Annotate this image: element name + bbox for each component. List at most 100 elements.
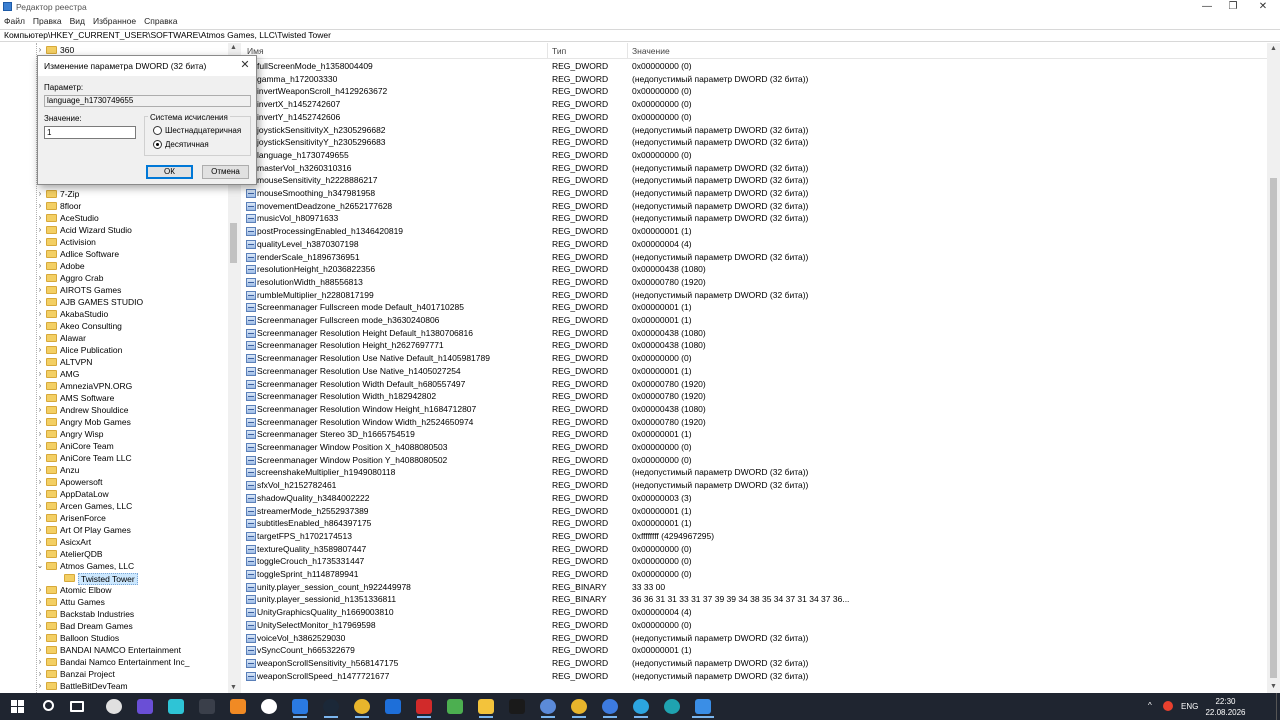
list-scroll-up[interactable]: ▲ xyxy=(1267,43,1280,55)
registry-value-row[interactable]: language_h1730749655 REG_DWORD 0x00000000 … xyxy=(241,149,1267,162)
registry-value-row[interactable]: Screenmanager Resolution Window Width_h2… xyxy=(241,416,1267,429)
registry-value-row[interactable]: Screenmanager Resolution Width Default_h… xyxy=(241,378,1267,391)
value-input[interactable]: 1 xyxy=(44,126,136,139)
expand-arrow-icon[interactable]: › xyxy=(36,224,44,236)
registry-value-row[interactable]: rumbleMultiplier_h2280817199 REG_DWORD (не… xyxy=(241,289,1267,302)
expand-arrow-icon[interactable]: › xyxy=(36,440,44,452)
expand-arrow-icon[interactable]: › xyxy=(36,680,44,692)
registry-value-row[interactable]: unity.player_sessionid_h1351336811 REG_BI… xyxy=(241,593,1267,606)
registry-value-row[interactable]: Screenmanager Resolution Use Native_h140… xyxy=(241,365,1267,378)
explorer-taskbar-button[interactable] xyxy=(471,695,501,718)
column-separator[interactable] xyxy=(627,43,628,59)
registry-value-row[interactable]: sfxVol_h2152782461 REG_DWORD (недопустимый… xyxy=(241,479,1267,492)
registry-value-row[interactable]: Screenmanager Resolution Height_h2627697… xyxy=(241,339,1267,352)
registry-value-row[interactable]: joystickSensitivityY_h2305296683 REG_DWOR… xyxy=(241,136,1267,149)
steam-taskbar-button[interactable] xyxy=(316,695,346,718)
registry-value-row[interactable]: invertX_h1452742607 REG_DWORD 0x00000000 (… xyxy=(241,98,1267,111)
list-scroll-down[interactable]: ▼ xyxy=(1267,681,1280,693)
chrome-taskbar-button[interactable] xyxy=(347,695,377,718)
expand-arrow-icon[interactable]: › xyxy=(36,308,44,320)
expand-arrow-icon[interactable]: › xyxy=(36,548,44,560)
registry-value-row[interactable]: Screenmanager Resolution Height Default_… xyxy=(241,327,1267,340)
registry-value-row[interactable]: Screenmanager Resolution Window Height_h… xyxy=(241,403,1267,416)
expand-arrow-icon[interactable]: ⌄ xyxy=(36,560,44,572)
registry-value-row[interactable]: Screenmanager Resolution Width_h18294280… xyxy=(241,390,1267,403)
expand-arrow-icon[interactable]: › xyxy=(36,584,44,596)
registry-value-row[interactable]: resolutionHeight_h2036822356 REG_DWORD 0x0… xyxy=(241,263,1267,276)
registry-value-row[interactable]: voiceVol_h3862529030 REG_DWORD (недопустим… xyxy=(241,632,1267,645)
expand-arrow-icon[interactable]: › xyxy=(36,344,44,356)
expand-arrow-icon[interactable]: › xyxy=(36,476,44,488)
expand-arrow-icon[interactable]: › xyxy=(36,236,44,248)
registry-value-row[interactable]: targetFPS_h1702174513 REG_DWORD 0xffffffff… xyxy=(241,530,1267,543)
expand-arrow-icon[interactable]: › xyxy=(36,452,44,464)
registry-value-row[interactable]: resolutionWidth_h88556813 REG_DWORD 0x0000… xyxy=(241,276,1267,289)
hex-radio-label[interactable]: Шестнадцатеричная xyxy=(165,126,241,135)
menu-view[interactable]: Вид xyxy=(66,14,89,29)
registry-value-row[interactable]: toggleCrouch_h1735331447 REG_DWORD 0x00000… xyxy=(241,555,1267,568)
expand-arrow-icon[interactable]: › xyxy=(36,500,44,512)
expand-arrow-icon[interactable]: › xyxy=(36,404,44,416)
opera-gx-taskbar-button[interactable] xyxy=(409,695,439,718)
notepad-taskbar-button[interactable] xyxy=(440,695,470,718)
registry-value-row[interactable]: masterVol_h3260310316 REG_DWORD (недопусти… xyxy=(241,162,1267,175)
expand-arrow-icon[interactable]: › xyxy=(36,488,44,500)
notepadpp-taskbar-button[interactable] xyxy=(595,695,625,718)
registry-value-row[interactable]: subtitlesEnabled_h864397175 REG_DWORD 0x00… xyxy=(241,517,1267,530)
menu-file[interactable]: Файл xyxy=(0,14,29,29)
registry-value-row[interactable]: weaponScrollSpeed_h1477721677 REG_DWORD (н… xyxy=(241,670,1267,683)
files-taskbar-button[interactable] xyxy=(285,695,315,718)
expand-arrow-icon[interactable]: › xyxy=(36,464,44,476)
menu-favorites[interactable]: Избранное xyxy=(89,14,140,29)
fox-taskbar-button[interactable] xyxy=(223,695,253,718)
cancel-button[interactable]: Отмена xyxy=(202,165,249,179)
start-button[interactable] xyxy=(0,693,34,720)
chrome2-taskbar-button[interactable] xyxy=(564,695,594,718)
column-type[interactable]: Тип xyxy=(552,46,566,56)
blue-app-taskbar-button[interactable] xyxy=(378,695,408,718)
decimal-radio-label[interactable]: Десятичная xyxy=(165,140,209,149)
address-bar[interactable]: Компьютер\HKEY_CURRENT_USER\SOFTWARE\Atm… xyxy=(0,29,1280,42)
registry-value-row[interactable]: gamma_h172003330 REG_DWORD (недопустимый п… xyxy=(241,73,1267,86)
registry-value-row[interactable]: Screenmanager Window Position Y_h4088080… xyxy=(241,454,1267,467)
registry-value-row[interactable]: screenshakeMultiplier_h1949080118 REG_DWO… xyxy=(241,466,1267,479)
decimal-radio[interactable] xyxy=(153,140,162,149)
tree-scroll-thumb[interactable] xyxy=(230,223,237,263)
registry-value-row[interactable]: shadowQuality_h3484002222 REG_DWORD 0x0000… xyxy=(241,492,1267,505)
epic-taskbar-button[interactable] xyxy=(192,695,222,718)
expand-arrow-icon[interactable]: › xyxy=(36,416,44,428)
expand-arrow-icon[interactable]: › xyxy=(36,332,44,344)
expand-arrow-icon[interactable]: › xyxy=(36,620,44,632)
registry-value-row[interactable]: qualityLevel_h3870307198 REG_DWORD 0x00000… xyxy=(241,238,1267,251)
registry-value-row[interactable]: Screenmanager Stereo 3D_h1665754519 REG_D… xyxy=(241,428,1267,441)
registry-value-row[interactable]: vSyncCount_h665322679 REG_DWORD 0x00000001… xyxy=(241,644,1267,657)
registry-value-row[interactable]: Screenmanager Resolution Use Native Defa… xyxy=(241,352,1267,365)
registry-value-row[interactable]: Screenmanager Window Position X_h4088080… xyxy=(241,441,1267,454)
close-button[interactable]: ✕ xyxy=(1248,0,1278,14)
vpn-taskbar-button[interactable] xyxy=(533,695,563,718)
expand-arrow-icon[interactable]: › xyxy=(36,260,44,272)
registry-value-row[interactable]: unity.player_session_count_h922449978 REG… xyxy=(241,581,1267,594)
list-scrollbar[interactable]: ▲ ▼ xyxy=(1267,43,1280,693)
registry-value-row[interactable]: Screenmanager Fullscreen mode_h363024080… xyxy=(241,314,1267,327)
tray-app-icon[interactable] xyxy=(1163,701,1173,711)
expand-arrow-icon[interactable]: › xyxy=(36,200,44,212)
dialog-close-icon[interactable]: ✕ xyxy=(238,58,252,72)
unreal-taskbar-button[interactable] xyxy=(99,695,129,718)
tree-scroll-up[interactable]: ▲ xyxy=(228,43,239,53)
registry-value-row[interactable]: textureQuality_h3589807447 REG_DWORD 0x000… xyxy=(241,543,1267,556)
registry-value-row[interactable]: Screenmanager Fullscreen mode Default_h4… xyxy=(241,301,1267,314)
expand-arrow-icon[interactable]: › xyxy=(36,356,44,368)
expand-arrow-icon[interactable]: › xyxy=(36,608,44,620)
capcut-taskbar-button[interactable] xyxy=(502,695,532,718)
telegram-taskbar-button[interactable] xyxy=(626,695,656,718)
registry-value-row[interactable]: fullScreenMode_h1358004409 REG_DWORD 0x000… xyxy=(241,60,1267,73)
tray-chevron-icon[interactable]: ^ xyxy=(1148,701,1152,710)
registry-value-row[interactable]: invertY_h1452742606 REG_DWORD 0x00000000 (… xyxy=(241,111,1267,124)
language-indicator[interactable]: ENG xyxy=(1181,702,1198,711)
expand-arrow-icon[interactable]: › xyxy=(36,644,44,656)
purple-app-taskbar-button[interactable] xyxy=(130,695,160,718)
menu-edit[interactable]: Правка xyxy=(29,14,66,29)
column-separator[interactable] xyxy=(547,43,548,59)
expand-arrow-icon[interactable]: › xyxy=(36,536,44,548)
